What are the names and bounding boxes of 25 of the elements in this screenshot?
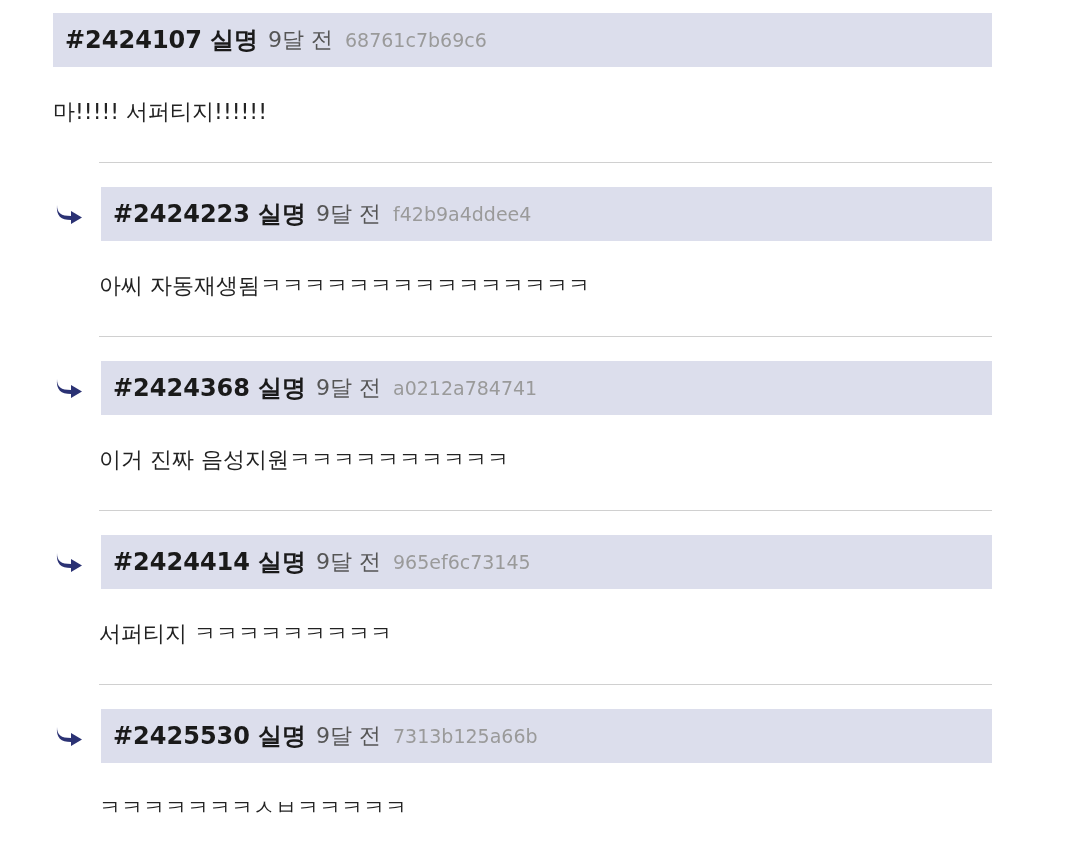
comment-number: #2425530 — [113, 722, 250, 750]
user-hash: 965ef6c73145 — [393, 551, 531, 573]
comment-number: #2424107 — [65, 26, 202, 54]
comment-time: 9달 전 — [316, 722, 381, 750]
author-name: 실명 — [210, 25, 258, 56]
author-name: 실명 — [258, 199, 306, 230]
user-hash: 68761c7b69c6 — [345, 29, 487, 51]
author-name: 실명 — [258, 721, 306, 752]
comment-time: 9달 전 — [316, 374, 381, 402]
comment-text: 서퍼티지 ㅋㅋㅋㅋㅋㅋㅋㅋㅋ — [99, 621, 392, 646]
author-name: 실명 — [258, 547, 306, 578]
comment-text: ㅋㅋㅋㅋㅋㅋㅋㅅㅂㅋㅋㅋㅋㅋ — [99, 795, 407, 820]
user-hash: 7313b125a66b — [393, 725, 538, 747]
user-hash: f42b9a4ddee4 — [393, 203, 532, 225]
comment-text: 이거 진짜 음성지원ㅋㅋㅋㅋㅋㅋㅋㅋㅋㅋ — [99, 447, 509, 472]
comment-number: #2424368 — [113, 374, 250, 402]
user-hash: a0212a784741 — [393, 377, 538, 399]
comment-number: #2424414 — [113, 548, 250, 576]
author-name: 실명 — [258, 373, 306, 404]
comment-number: #2424223 — [113, 200, 250, 228]
comment-text: 마!!!!! 서퍼티지!!!!!! — [53, 99, 267, 124]
comment-time: 9달 전 — [316, 200, 381, 228]
comment-text: 아씨 자동재생됨ㅋㅋㅋㅋㅋㅋㅋㅋㅋㅋㅋㅋㅋㅋㅋ — [99, 273, 590, 298]
comment-time: 9달 전 — [268, 26, 333, 54]
comment-time: 9달 전 — [316, 548, 381, 576]
